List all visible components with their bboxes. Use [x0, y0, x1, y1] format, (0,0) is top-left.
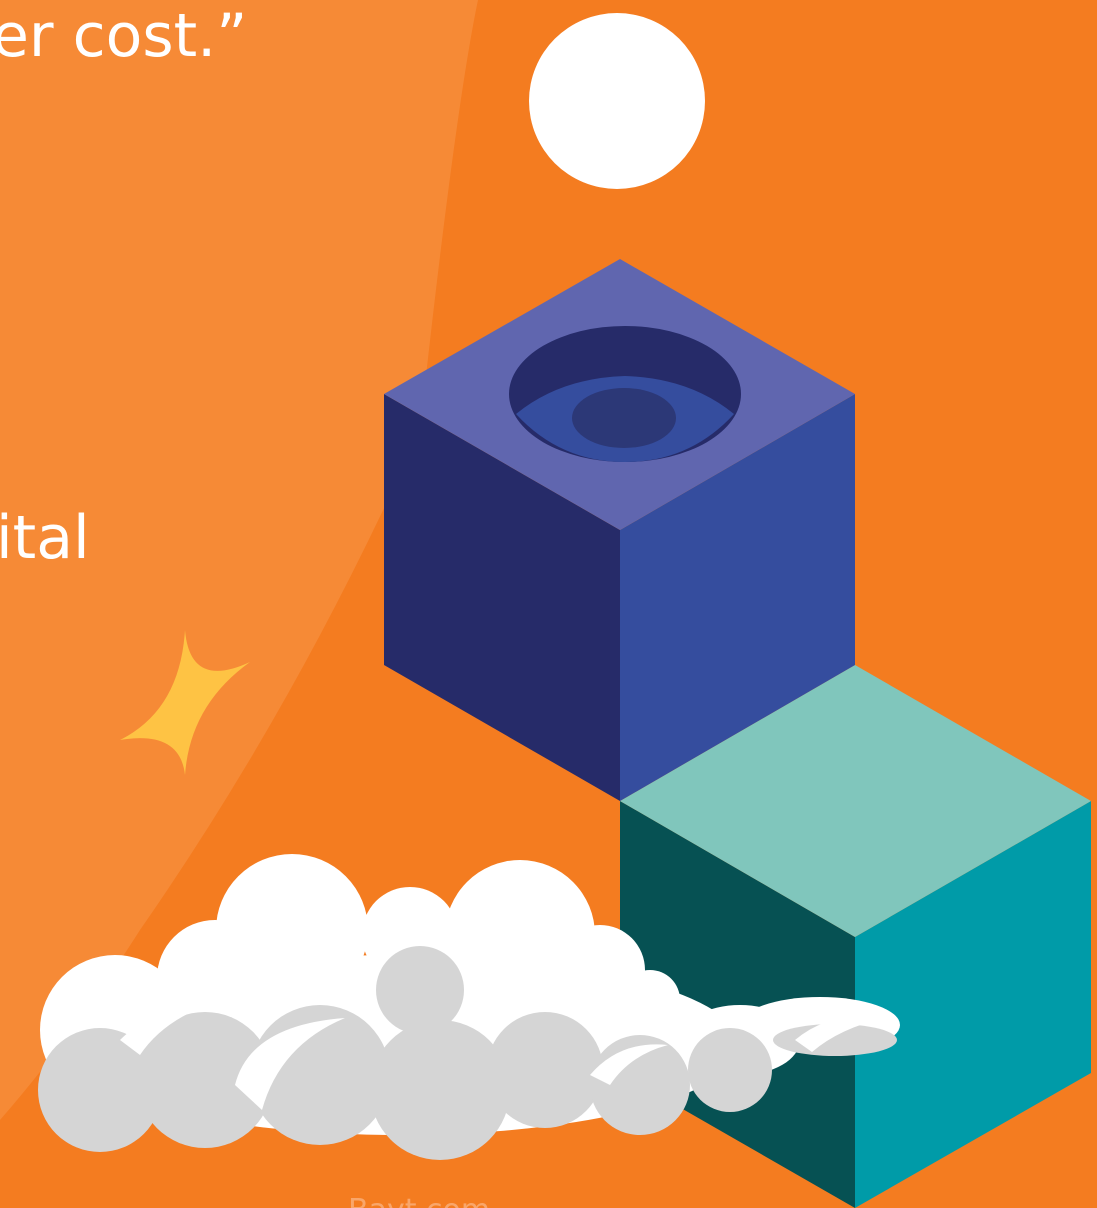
cloud-shadow-puff [487, 1012, 603, 1128]
illustration-artwork [0, 0, 1091, 1208]
illustration-canvas: er cost.” ital Bayt.com [0, 0, 1097, 1208]
sun-circle-icon [529, 13, 705, 189]
cloud-shadow-puff [370, 1020, 510, 1160]
cube-hole-center [572, 388, 676, 448]
quote-line-2: ital [0, 503, 90, 573]
quote-line-1: er cost.” [0, 1, 248, 71]
cloud-shadow-puff [376, 946, 464, 1034]
footer-brand-text: Bayt.com [348, 1196, 490, 1208]
cloud-shadow-puff [688, 1028, 772, 1112]
